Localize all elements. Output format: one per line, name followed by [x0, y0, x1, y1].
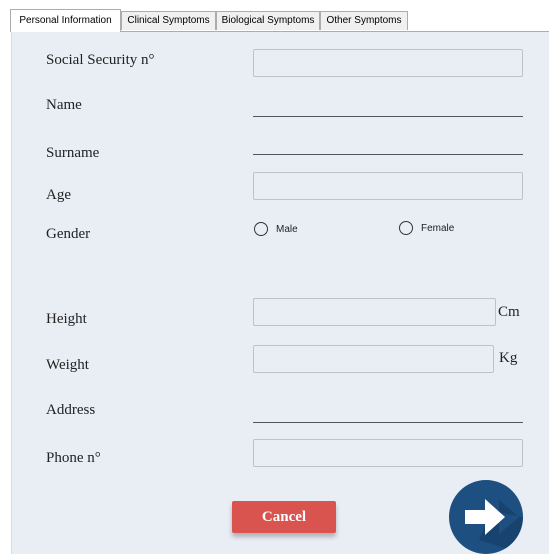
gender-male-label: Male [276, 223, 298, 235]
address-input[interactable] [253, 422, 523, 423]
radio-circle-icon [399, 221, 413, 235]
arrow-right-icon [465, 499, 523, 554]
gender-label: Gender [46, 226, 91, 242]
next-button[interactable] [449, 480, 523, 554]
ssn-label: Social Security n° [46, 52, 155, 68]
tab-clinical-symptoms[interactable]: Clinical Symptoms [121, 11, 216, 30]
phone-input[interactable] [253, 439, 523, 467]
gender-female-radio[interactable]: Female [399, 221, 454, 235]
weight-input[interactable] [253, 345, 494, 373]
gender-male-radio[interactable]: Male [254, 222, 298, 236]
personal-information-panel [11, 31, 549, 554]
age-input[interactable] [253, 172, 523, 200]
phone-label: Phone n° [46, 450, 101, 466]
name-input[interactable] [253, 116, 523, 117]
surname-label: Surname [46, 145, 100, 161]
ssn-input[interactable] [253, 49, 523, 77]
radio-circle-icon [254, 222, 268, 236]
weight-label: Weight [46, 357, 89, 373]
height-input[interactable] [253, 298, 496, 326]
surname-input[interactable] [253, 154, 523, 155]
name-label: Name [46, 97, 82, 113]
address-label: Address [46, 402, 96, 418]
age-label: Age [46, 187, 71, 203]
tab-personal-information[interactable]: Personal Information [10, 9, 121, 32]
height-label: Height [46, 311, 87, 327]
gender-female-label: Female [421, 222, 455, 234]
tab-other-symptoms[interactable]: Other Symptoms [320, 11, 408, 30]
tab-bar: Personal Information Clinical Symptoms B… [0, 0, 549, 32]
tab-biological-symptoms[interactable]: Biological Symptoms [216, 11, 320, 30]
cancel-button[interactable]: Cancel [232, 501, 336, 533]
weight-unit: Kg [499, 350, 518, 366]
height-unit: Cm [498, 304, 520, 320]
